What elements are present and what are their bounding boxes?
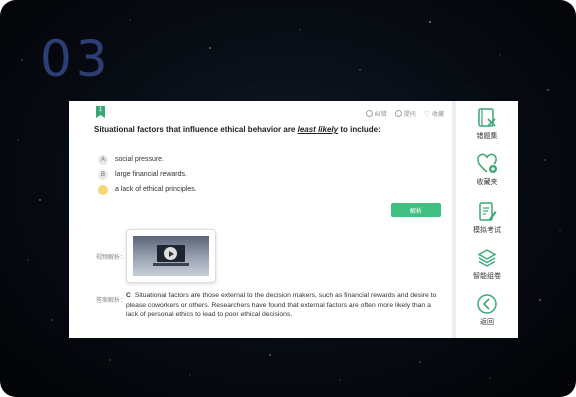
option-text: a lack of ethical principles.	[115, 186, 197, 193]
correct-button[interactable]: 纠错	[365, 109, 387, 118]
monitor-base-graphic	[153, 263, 189, 266]
sidebar-item-mock-exam[interactable]: 模拟考试	[456, 201, 518, 235]
option-letter: C	[98, 184, 108, 195]
answer-options: A social pressure. B large financial rew…	[98, 152, 197, 197]
option-b[interactable]: B large financial rewards.	[98, 167, 197, 182]
option-letter: A	[98, 154, 108, 165]
correct-label: 纠错	[374, 112, 387, 118]
option-c[interactable]: C a lack of ethical principles.	[98, 182, 197, 197]
option-text: social pressure.	[115, 156, 165, 163]
app-screenshot: 1 纠错 提问 ♡ 收藏 Situational factors that in…	[69, 101, 518, 338]
answer-analysis-label: 答案解析：	[96, 298, 127, 304]
option-letter: B	[98, 169, 108, 180]
sidebar-item-label: 模拟考试	[473, 227, 501, 234]
ask-button[interactable]: 提问	[394, 109, 416, 118]
sidebar-item-favorites[interactable]: 收藏夹	[456, 153, 518, 187]
question-mark-icon	[394, 110, 402, 117]
play-icon[interactable]	[164, 247, 177, 260]
answer-explanation: C Situational factors are those external…	[126, 291, 444, 320]
favorite-label: 收藏	[431, 112, 444, 118]
sidebar-item-error-book[interactable]: 错题集	[456, 107, 518, 141]
question-index: 1	[98, 107, 103, 113]
answer-letter: C	[126, 292, 131, 299]
video-thumbnail	[133, 236, 209, 276]
question-index-badge: 1	[96, 106, 105, 118]
sidebar-item-back[interactable]: 返回	[456, 293, 518, 327]
correct-icon	[365, 110, 373, 117]
heart-plus-icon	[477, 153, 497, 173]
sidebar-item-label: 收藏夹	[476, 179, 498, 186]
error-book-icon	[478, 108, 496, 127]
question-text-after: to include:	[338, 125, 381, 134]
sidebar-item-label: 返回	[480, 319, 494, 326]
sidebar-item-smart-paper[interactable]: 智能组卷	[456, 247, 518, 281]
question-text: Situational factors that influence ethic…	[94, 125, 439, 134]
option-a[interactable]: A social pressure.	[98, 152, 197, 167]
favorite-button[interactable]: ♡ 收藏	[423, 109, 444, 119]
video-analysis-label: 视频解析：	[96, 255, 127, 261]
question-panel: 1 纠错 提问 ♡ 收藏 Situational factors that in…	[69, 101, 452, 338]
analysis-button[interactable]: 解析	[391, 203, 441, 217]
sidebar-item-label: 错题集	[476, 133, 498, 140]
question-emphasis: least likely	[297, 125, 339, 134]
ask-label: 提问	[403, 112, 416, 118]
back-icon	[477, 294, 497, 314]
option-text: large financial rewards.	[115, 171, 187, 178]
sidebar: 错题集 收藏夹 模拟考试 智能组卷 返回	[456, 101, 518, 338]
question-text-before: Situational factors that influence ethic…	[94, 125, 298, 134]
explanation-text: Situational factors are those external t…	[126, 292, 437, 318]
app-frame: 03 1 纠错 提问 ♡ 收藏 Situational factors that…	[0, 0, 576, 397]
layers-icon	[477, 249, 497, 267]
question-toolbar: 纠错 提问 ♡ 收藏	[365, 109, 444, 119]
sidebar-item-label: 智能组卷	[473, 273, 501, 280]
exam-edit-icon	[479, 202, 497, 221]
heart-icon: ♡	[423, 110, 430, 118]
step-number: 03	[40, 30, 112, 88]
video-player[interactable]	[126, 229, 216, 283]
